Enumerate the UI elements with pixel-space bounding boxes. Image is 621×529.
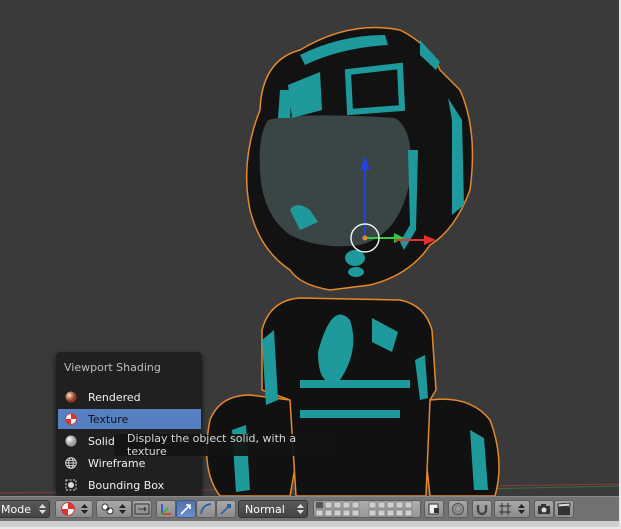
texture-checker-sphere-icon [64,412,78,426]
mode-selector[interactable]: Mode [0,500,50,518]
pivot-point-button[interactable] [96,500,132,518]
menu-item-texture[interactable]: Texture [58,409,201,429]
menu-title: Viewport Shading [64,361,161,374]
lock-layers-button[interactable] [424,500,444,518]
menu-item-label: Solid [88,434,115,448]
menu-item-label: Wireframe [88,456,146,470]
proportional-circle-icon [451,502,465,516]
clapperboard-icon [557,502,571,515]
manipulator-toggle-button[interactable] [132,500,152,518]
tooltip-text: Display the object solid, with a texture [127,432,297,458]
magnet-icon [476,505,488,516]
texture-checker-sphere-icon [61,502,75,516]
proportional-editing-button[interactable] [448,500,468,518]
shading-tooltip: Display the object solid, with a texture [114,432,336,458]
translate-widget-button[interactable] [156,500,176,518]
scale-manipulator-button[interactable] [216,500,236,518]
transform-orientation-selector[interactable]: Normal [238,500,308,518]
layers-lock-icon [428,503,439,515]
snap-increment-icon [499,503,511,515]
menu-item-rendered[interactable]: Rendered [58,387,201,407]
mode-label: Mode [1,502,31,516]
pivot-dots-icon [101,503,114,515]
solid-sphere-icon [64,434,78,448]
rotate-arc-icon [200,503,212,515]
orientation-label: Normal [245,502,285,516]
rotate-manipulator-button[interactable] [196,500,216,518]
robot-model [205,26,500,496]
manipulator-icon [134,503,150,515]
viewport-shading-menu: Viewport Shading Rendered Texture Solid … [56,352,202,496]
menu-item-label: Bounding Box [88,478,165,492]
snap-toggle-button[interactable] [472,500,492,518]
updown-arrows-icon [81,504,88,514]
menu-item-label: Texture [88,412,129,426]
menu-item-bounding-box[interactable]: Bounding Box [58,475,201,495]
bottom-border [0,521,621,529]
move-arrow-icon [180,504,191,515]
rendered-sphere-icon [64,390,78,404]
snap-element-selector[interactable] [494,500,530,518]
updown-arrows-icon [119,504,126,514]
updown-arrows-icon [518,504,525,514]
render-animation-button[interactable] [554,500,574,518]
updown-arrows-icon [297,504,304,514]
scale-arrow-icon [220,504,231,515]
viewport-shading-button[interactable] [55,500,93,518]
render-image-button[interactable] [534,500,554,518]
axis-arrows-icon [161,504,171,515]
bounding-box-icon [64,478,78,492]
menu-item-label: Rendered [88,390,141,404]
wireframe-sphere-icon [64,456,78,470]
camera-icon [538,504,550,514]
layer-buttons[interactable] [313,500,421,518]
updown-arrows-icon [39,504,46,514]
layer-grid-icon [315,501,413,517]
translate-manipulator-button[interactable] [176,500,196,518]
